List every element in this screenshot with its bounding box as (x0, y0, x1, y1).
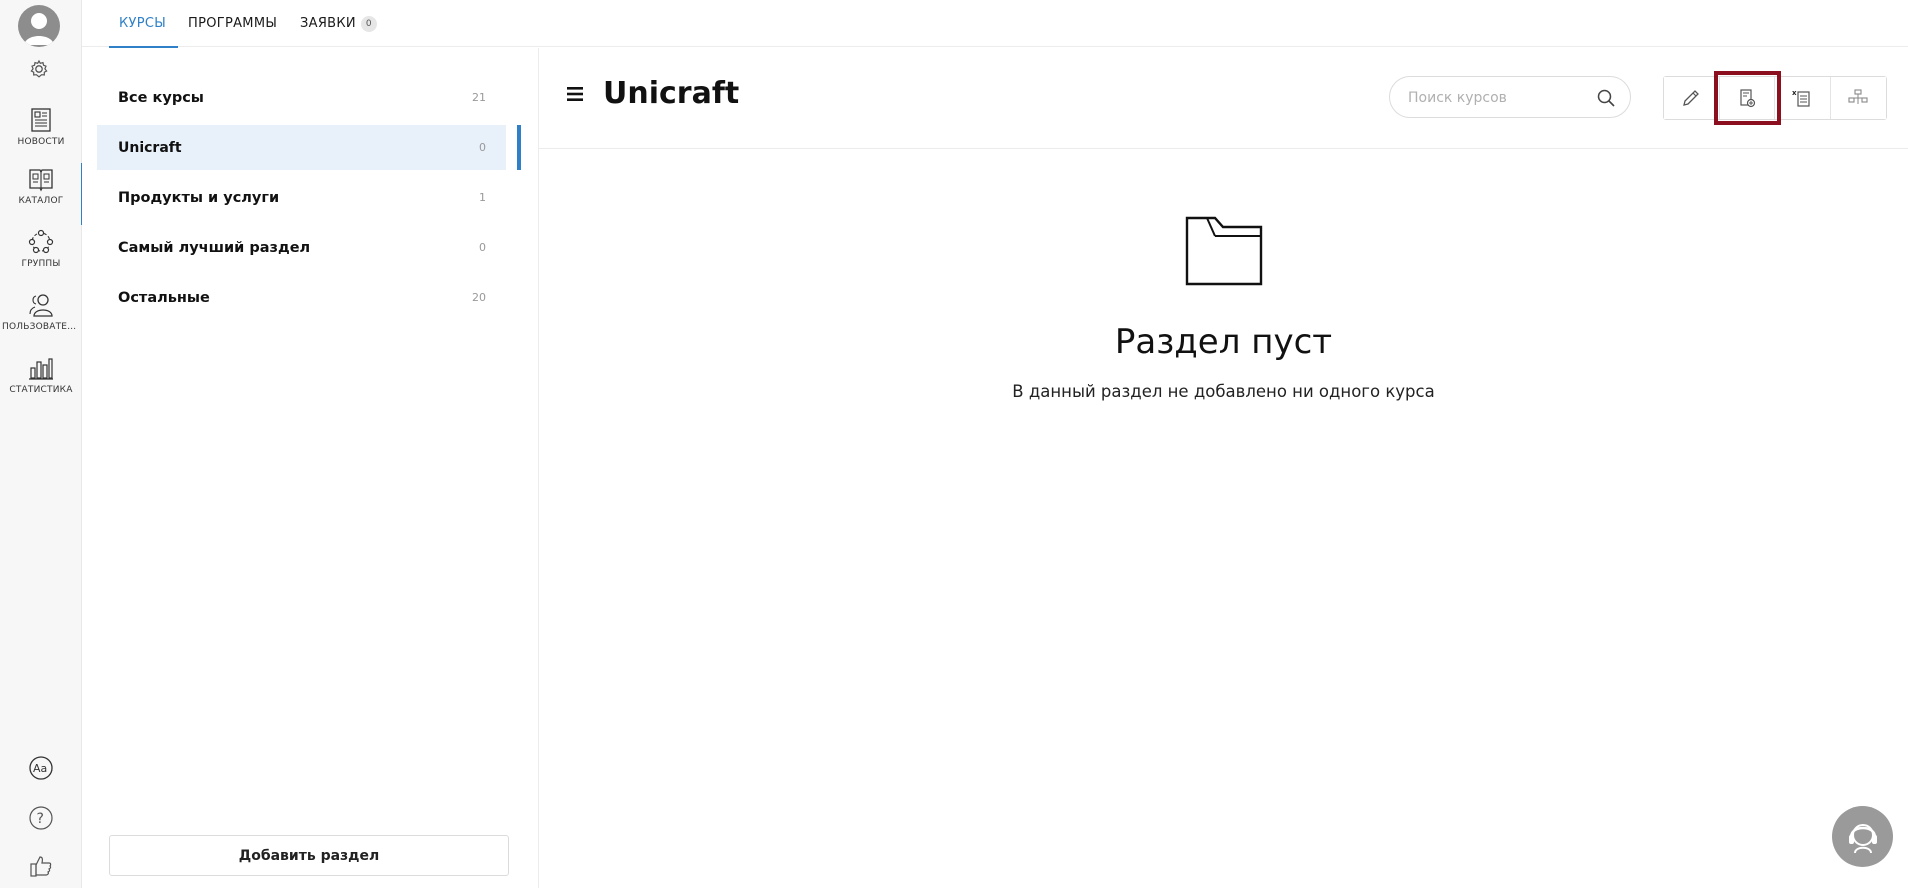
empty-state-title: Раздел пуст (1114, 322, 1333, 362)
structure-button[interactable] (1830, 77, 1886, 119)
rail-item-users[interactable]: ПОЛЬЗОВАТЕЛИ (0, 289, 82, 347)
edit-section-button[interactable] (1664, 77, 1720, 119)
rail-item-statistics[interactable]: СТАТИСТИКА (0, 352, 82, 410)
help-icon: ? (29, 806, 53, 830)
search-input[interactable] (1408, 87, 1588, 109)
edit-icon (1683, 90, 1700, 106)
section-item-selected[interactable]: Unicraft 0 (97, 125, 521, 170)
requests-count-badge: 0 (360, 15, 377, 32)
section-count: 1 (479, 191, 486, 204)
statistics-icon (29, 358, 53, 380)
add-section-button[interactable]: Добавить раздел (109, 835, 509, 876)
svg-text:x: x (1792, 89, 1797, 97)
tab-label: ПРОГРАММЫ (188, 16, 278, 31)
folder-icon (1185, 216, 1262, 286)
rail-label: НОВОСТИ (17, 137, 65, 147)
section-count: 20 (472, 291, 486, 304)
thumbs-up-icon (30, 856, 52, 877)
rail-label: ПОЛЬЗОВАТЕЛИ (2, 322, 80, 332)
section-count: 0 (479, 141, 486, 154)
section-item[interactable]: Самый лучший раздел 0 (97, 225, 506, 270)
menu-icon[interactable] (567, 86, 585, 102)
top-tabs-bar: КУРСЫ ПРОГРАММЫ ЗАЯВКИ 0 (82, 0, 1908, 48)
rail-label: СТАТИСТИКА (9, 385, 73, 395)
sections-sidebar: Все курсы 21 Unicraft 0 Продукты и услуг… (82, 48, 539, 888)
tab-programs[interactable]: ПРОГРАММЫ (178, 0, 287, 47)
news-icon (31, 108, 51, 132)
left-rail: НОВОСТИ КАТАЛОГ ГРУППЫ ПОЛЬЗОВАТЕЛИ СТАТ… (0, 0, 83, 888)
section-item[interactable]: Продукты и услуги 1 (97, 175, 506, 220)
app-root: НОВОСТИ КАТАЛОГ ГРУППЫ ПОЛЬЗОВАТЕЛИ СТАТ… (0, 0, 1908, 888)
users-icon (29, 294, 53, 317)
section-item[interactable]: Остальные 20 (97, 275, 506, 320)
feedback-button[interactable] (0, 853, 82, 879)
groups-icon (28, 229, 54, 254)
structure-icon (1848, 89, 1868, 104)
rail-label: КАТАЛОГ (18, 196, 64, 206)
section-name: Самый лучший раздел (118, 239, 311, 256)
section-name: Остальные (118, 289, 210, 306)
rail-item-news[interactable]: НОВОСТИ (0, 104, 82, 162)
main-content: Unicraft Поиск курсов x Раздел пуст В да… (539, 48, 1908, 888)
tab-label: ЗАЯВКИ (300, 16, 356, 31)
svg-text:?: ? (37, 811, 44, 827)
catalog-icon (29, 169, 53, 192)
language-button[interactable]: Aa (0, 755, 82, 781)
headset-icon (1848, 823, 1877, 853)
search-box (1389, 76, 1631, 118)
settings-gear-icon[interactable] (29, 59, 49, 79)
empty-state-text: В данный раздел не добавлено ни одного к… (1012, 382, 1435, 401)
rail-label: ГРУППЫ (21, 259, 61, 269)
section-item[interactable]: Все курсы 21 (97, 75, 506, 120)
language-icon: Aa (29, 756, 53, 780)
section-count: 21 (472, 91, 486, 104)
svg-text:Aa: Aa (33, 762, 47, 775)
help-button[interactable]: ? (0, 805, 82, 831)
tab-courses[interactable]: КУРСЫ (109, 0, 179, 48)
tab-label: КУРСЫ (119, 16, 167, 31)
rail-item-groups[interactable]: ГРУППЫ (0, 226, 82, 284)
section-toolbar: x (1663, 71, 1887, 125)
import-course-icon (1740, 89, 1755, 108)
section-name: Все курсы (118, 89, 204, 106)
empty-state: Раздел пуст В данный раздел не добавлено… (539, 216, 1908, 401)
rail-item-catalog[interactable]: КАТАЛОГ (0, 163, 83, 225)
support-chat-button[interactable] (1832, 806, 1893, 867)
section-name: Продукты и услуги (118, 189, 280, 206)
section-name: Unicraft (118, 139, 182, 156)
excel-export-icon: x (1792, 89, 1810, 107)
main-header: Unicraft Поиск курсов x (539, 48, 1908, 149)
user-avatar-icon (24, 13, 54, 45)
page-title: Unicraft (603, 76, 740, 111)
avatar[interactable] (18, 5, 60, 47)
search-icon[interactable] (1596, 88, 1616, 108)
import-course-button[interactable] (1713, 71, 1781, 125)
tab-requests[interactable]: ЗАЯВКИ 0 (290, 0, 387, 47)
section-count: 0 (479, 241, 486, 254)
export-excel-button[interactable]: x (1775, 77, 1831, 119)
